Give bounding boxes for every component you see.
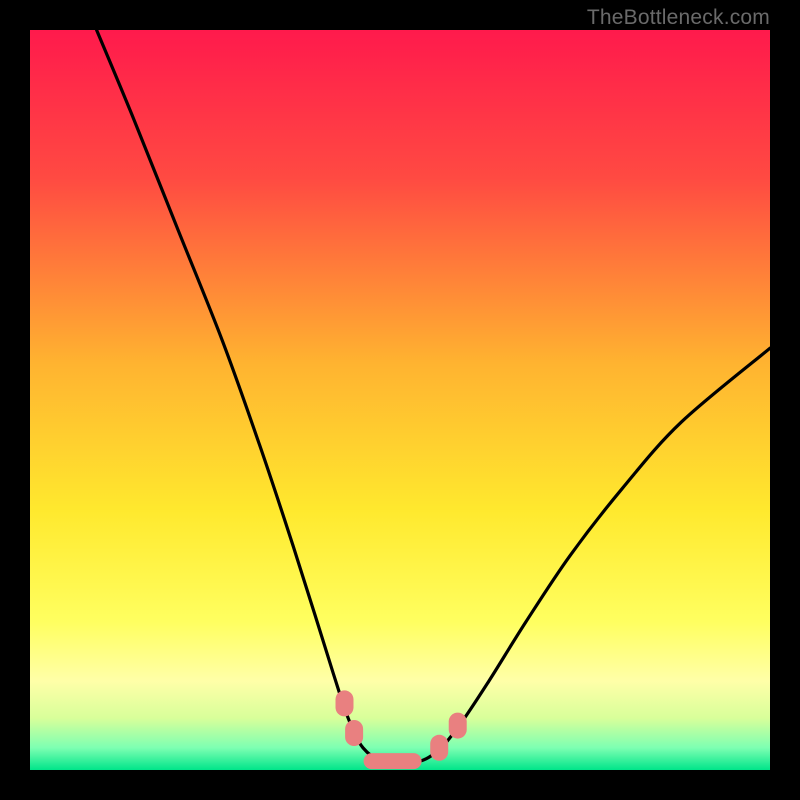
bottleneck-curve: [30, 30, 770, 770]
curve-marker: [430, 735, 448, 761]
curve-marker: [364, 753, 422, 769]
watermark-text: TheBottleneck.com: [587, 6, 770, 30]
curve-marker: [449, 713, 467, 739]
curve-marker: [345, 720, 363, 746]
plot-area: [30, 30, 770, 770]
curve-marker: [336, 690, 354, 716]
chart-frame: TheBottleneck.com: [0, 0, 800, 800]
